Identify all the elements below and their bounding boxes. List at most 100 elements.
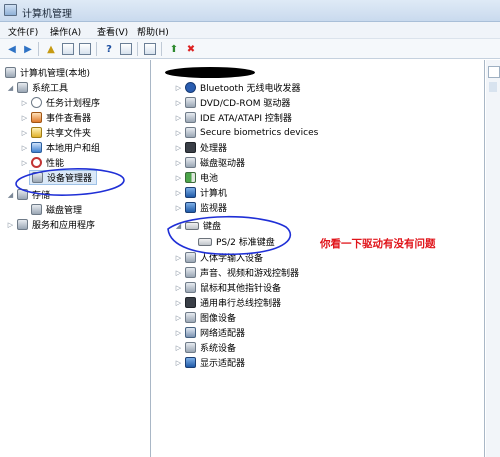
- expand-arrow-icon[interactable]: ▷: [174, 344, 183, 352]
- tree-disk-management[interactable]: 磁盘管理: [29, 202, 82, 217]
- expand-arrow-icon[interactable]: ▷: [174, 114, 183, 122]
- computer-management-icon: [4, 4, 17, 16]
- actions-tab[interactable]: [488, 66, 500, 78]
- biometric-icon: [185, 127, 196, 138]
- tree-shared-folders[interactable]: ▷ 共享文件夹: [20, 125, 91, 140]
- collapse-arrow-icon[interactable]: ◢: [6, 191, 15, 199]
- title-bar: 计算机管理: [0, 0, 500, 22]
- keyboard-icon: [198, 237, 212, 246]
- device-category[interactable]: ▷ Secure biometrics devices: [174, 125, 318, 140]
- update-driver-icon[interactable]: ⬆: [167, 42, 181, 56]
- actions-item[interactable]: [489, 82, 497, 92]
- processor-icon: [185, 142, 196, 153]
- tree-system-tools[interactable]: ◢ 系统工具: [6, 80, 68, 95]
- window-title: 计算机管理: [22, 9, 72, 20]
- properties-icon[interactable]: [78, 42, 92, 56]
- toolbar-separator: [137, 42, 138, 56]
- expand-arrow-icon[interactable]: ▷: [174, 314, 183, 322]
- expand-arrow-icon[interactable]: ▷: [174, 284, 183, 292]
- back-icon[interactable]: ◀: [5, 42, 19, 56]
- device-category[interactable]: ▷ 处理器: [174, 140, 227, 155]
- usb-icon: [185, 297, 196, 308]
- help-icon[interactable]: ?: [102, 42, 116, 56]
- menu-file[interactable]: 文件(F): [8, 25, 38, 38]
- storage-icon: [17, 189, 28, 200]
- device-category[interactable]: ▷ 图像设备: [174, 310, 236, 325]
- device-category[interactable]: ▷ 监视器: [174, 200, 227, 215]
- expand-arrow-icon[interactable]: ▷: [20, 144, 29, 152]
- device-category[interactable]: ▷ Bluetooth 无线电收发器: [174, 80, 301, 95]
- system-device-icon: [185, 342, 196, 353]
- device-category[interactable]: ▷ 通用串行总线控制器: [174, 295, 281, 310]
- expand-arrow-icon[interactable]: ▷: [20, 129, 29, 137]
- expand-arrow-icon[interactable]: ▷: [174, 84, 183, 92]
- device-category[interactable]: ▷ 网络适配器: [174, 325, 245, 340]
- menu-view[interactable]: 查看(V): [97, 25, 128, 38]
- device-category[interactable]: ▷ 显示适配器: [174, 355, 245, 370]
- expand-arrow-icon[interactable]: ▷: [174, 329, 183, 337]
- expand-arrow-icon[interactable]: ▷: [20, 114, 29, 122]
- toolbar-separator: [96, 42, 97, 56]
- menu-bar: 文件(F) 操作(A) 查看(V) 帮助(H): [0, 22, 500, 39]
- expand-arrow-icon[interactable]: ▷: [6, 221, 15, 229]
- annotation-note: 你看一下驱动有没有问题: [320, 238, 436, 250]
- expand-arrow-icon[interactable]: ▷: [174, 159, 183, 167]
- expand-arrow-icon[interactable]: ▷: [174, 204, 183, 212]
- up-folder-icon[interactable]: ▲: [44, 42, 58, 56]
- monitor-icon: [185, 202, 196, 213]
- device-category-keyboard[interactable]: ◢ 键盘: [174, 218, 221, 233]
- uninstall-icon[interactable]: ✖: [184, 42, 198, 56]
- device-category[interactable]: ▷ IDE ATA/ATAPI 控制器: [174, 110, 292, 125]
- expand-arrow-icon[interactable]: ▷: [174, 299, 183, 307]
- expand-arrow-icon[interactable]: ▷: [174, 99, 183, 107]
- expand-arrow-icon[interactable]: ▷: [174, 359, 183, 367]
- collapse-arrow-icon[interactable]: ◢: [174, 222, 183, 230]
- menu-action[interactable]: 操作(A): [50, 25, 81, 38]
- network-adapter-icon: [185, 327, 196, 338]
- clock-icon: [31, 97, 42, 108]
- expand-arrow-icon[interactable]: ▷: [174, 174, 183, 182]
- expand-arrow-icon[interactable]: ▷: [20, 159, 29, 167]
- tree-root[interactable]: 计算机管理(本地): [3, 65, 90, 80]
- toolbar-separator: [38, 42, 39, 56]
- tree-device-manager[interactable]: 设备管理器: [29, 170, 98, 185]
- device-category[interactable]: ▷ 人体学输入设备: [174, 250, 263, 265]
- toolbar-separator: [161, 42, 162, 56]
- menu-help[interactable]: 帮助(H): [137, 25, 169, 38]
- tree-performance[interactable]: ▷ 性能: [20, 155, 64, 170]
- expand-arrow-icon[interactable]: ▷: [20, 99, 29, 107]
- tree-services-apps[interactable]: ▷ 服务和应用程序: [6, 217, 95, 232]
- hid-icon: [185, 252, 196, 263]
- event-viewer-icon: [31, 112, 42, 123]
- forward-icon[interactable]: ▶: [21, 42, 35, 56]
- tree-local-users[interactable]: ▷ 本地用户和组: [20, 140, 100, 155]
- device-category[interactable]: ▷ 电池: [174, 170, 218, 185]
- view-icon[interactable]: [119, 42, 133, 56]
- mouse-icon: [185, 282, 196, 293]
- device-category[interactable]: ▷ 磁盘驱动器: [174, 155, 245, 170]
- tree-task-scheduler[interactable]: ▷ 任务计划程序: [20, 95, 100, 110]
- tree-event-viewer[interactable]: ▷ 事件查看器: [20, 110, 91, 125]
- expand-arrow-icon[interactable]: ▷: [174, 254, 183, 262]
- bluetooth-icon: [185, 82, 196, 93]
- battery-icon: [185, 172, 196, 183]
- expand-arrow-icon[interactable]: ▷: [174, 129, 183, 137]
- device-manager-icon: [32, 172, 43, 183]
- shared-folder-icon: [31, 127, 42, 138]
- tree-storage[interactable]: ◢ 存储: [6, 187, 50, 202]
- device-category[interactable]: ▷ DVD/CD-ROM 驱动器: [174, 95, 290, 110]
- device-category[interactable]: ▷ 系统设备: [174, 340, 236, 355]
- refresh-icon[interactable]: [143, 42, 157, 56]
- expand-arrow-icon[interactable]: ▷: [174, 269, 183, 277]
- show-hide-tree-icon[interactable]: [61, 42, 75, 56]
- keyboard-icon: [185, 221, 199, 230]
- device-ps2-keyboard[interactable]: PS/2 标准键盘: [196, 234, 275, 249]
- expand-arrow-icon[interactable]: ▷: [174, 189, 183, 197]
- expand-arrow-icon[interactable]: ▷: [174, 144, 183, 152]
- device-category[interactable]: ▷ 鼠标和其他指针设备: [174, 280, 281, 295]
- sound-icon: [185, 267, 196, 278]
- device-category[interactable]: ▷ 声音、视频和游戏控制器: [174, 265, 299, 280]
- device-category[interactable]: ▷ 计算机: [174, 185, 227, 200]
- collapse-arrow-icon[interactable]: ◢: [6, 84, 15, 92]
- disk-management-icon: [31, 204, 42, 215]
